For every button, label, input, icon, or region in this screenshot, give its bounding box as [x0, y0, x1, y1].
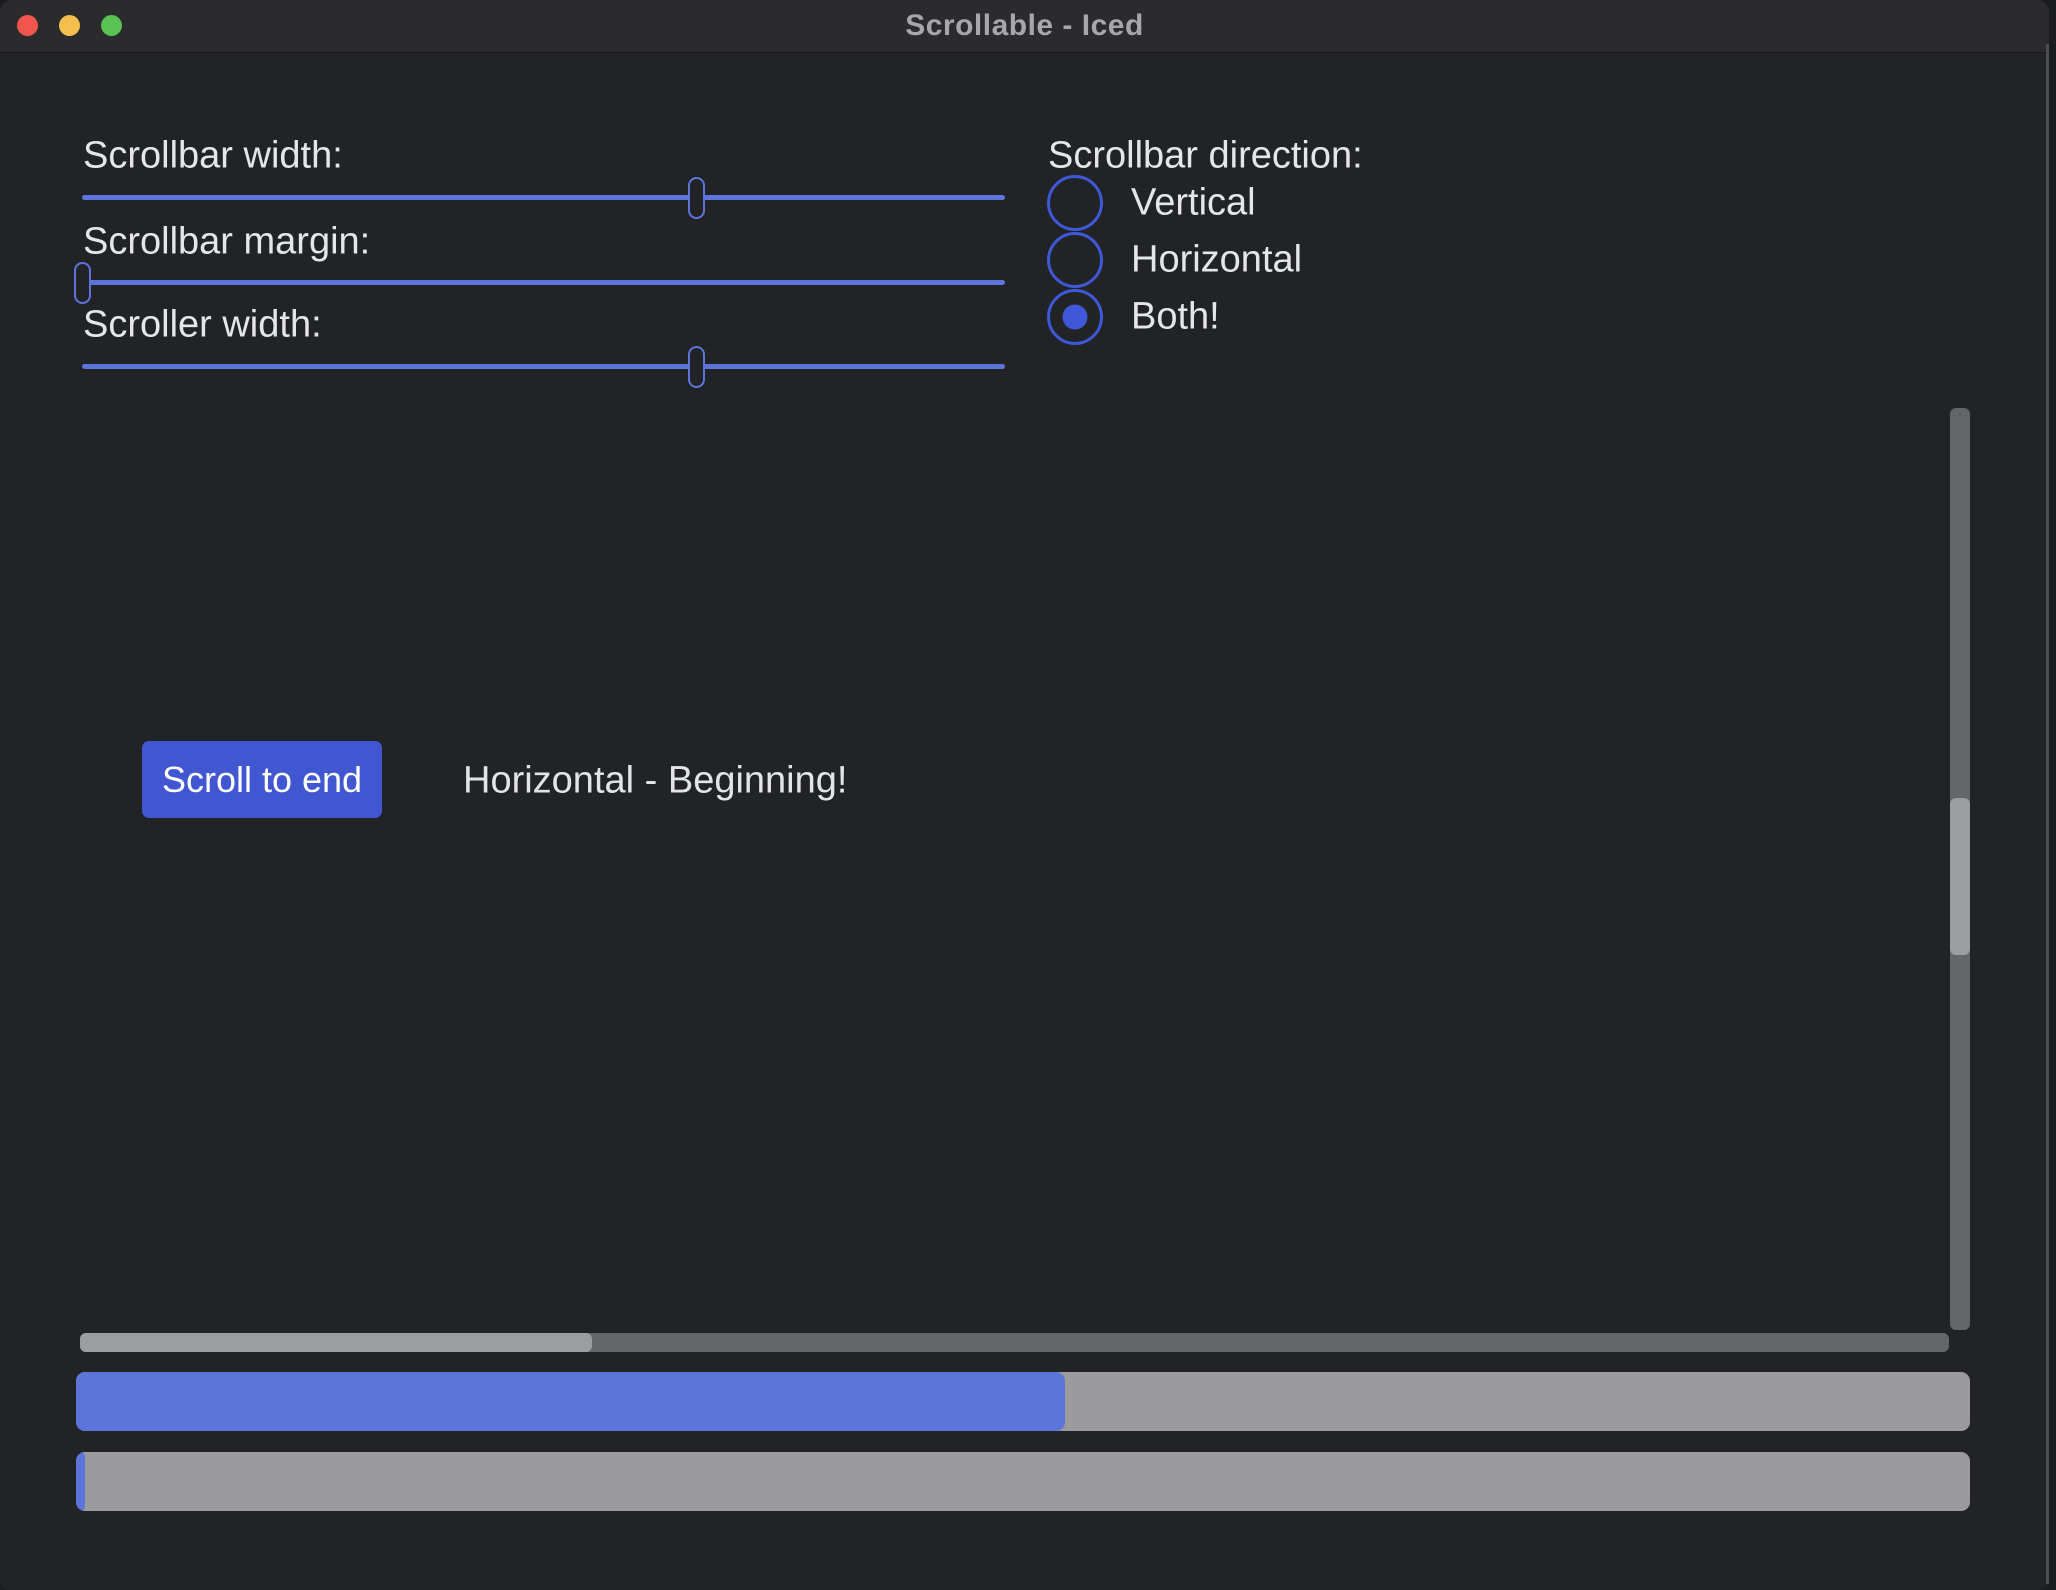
horizontal-progress-bar [76, 1372, 1970, 1431]
scroller-width-label: Scroller width: [83, 304, 322, 347]
vertical-scrollbar-thumb[interactable] [1950, 798, 1970, 955]
radio-horizontal[interactable] [1047, 232, 1103, 288]
scrollbar-margin-label: Scrollbar margin: [83, 221, 370, 264]
window-right-edge [2046, 44, 2049, 1584]
radio-vertical-label[interactable]: Vertical [1131, 182, 1256, 225]
radio-both-label[interactable]: Both! [1131, 296, 1220, 339]
horizontal-progress-fill [76, 1372, 1065, 1431]
scrollbar-direction-label: Scrollbar direction: [1048, 135, 1363, 178]
scrollbar-margin-slider-handle[interactable] [74, 262, 91, 304]
vertical-progress-bar [76, 1452, 1970, 1511]
radio-horizontal-label[interactable]: Horizontal [1131, 239, 1302, 282]
horizontal-scrollbar-track[interactable] [80, 1333, 1949, 1352]
window-title: Scrollable - Iced [0, 0, 2049, 52]
radio-both[interactable] [1047, 289, 1103, 345]
scrollbar-width-label: Scrollbar width: [83, 135, 343, 178]
scrollbar-margin-slider[interactable] [82, 280, 1005, 285]
app-window: Scrollable - Iced Scrollbar width: Scrol… [0, 0, 2049, 1590]
screen: Scrollable - Iced Scrollbar width: Scrol… [0, 0, 2056, 1590]
vertical-progress-fill [76, 1452, 85, 1511]
scroll-to-end-button[interactable]: Scroll to end [142, 741, 382, 818]
radio-vertical[interactable] [1047, 175, 1103, 231]
horizontal-scrollbar-thumb[interactable] [80, 1333, 592, 1352]
vertical-scrollbar-track[interactable] [1950, 408, 1970, 1330]
titlebar: Scrollable - Iced [0, 0, 2049, 53]
scroll-status-text: Horizontal - Beginning! [463, 760, 847, 803]
scroller-width-slider-handle[interactable] [688, 346, 705, 388]
scrollbar-width-slider[interactable] [82, 195, 1005, 200]
scrollbar-width-slider-handle[interactable] [688, 177, 705, 219]
radio-both-dot [1063, 305, 1088, 330]
scroller-width-slider[interactable] [82, 364, 1005, 369]
